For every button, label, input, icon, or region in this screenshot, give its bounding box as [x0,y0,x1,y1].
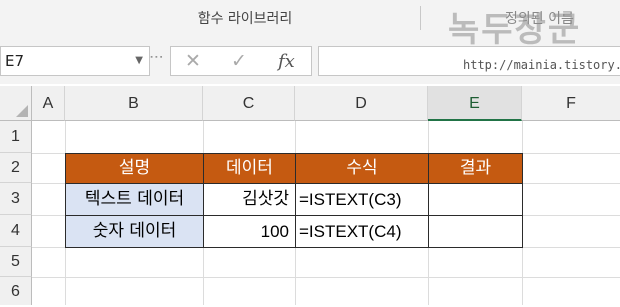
cell-c4[interactable]: 100 [203,215,296,248]
cell-d4[interactable]: =ISTEXT(C4) [295,215,429,248]
formula-buttons: ✕ ✓ fx [170,46,312,76]
ribbon-group-function-library: 함수 라이브러리 [197,11,293,27]
header-cell-result[interactable]: 결과 [428,153,523,184]
column-header-e[interactable]: E [428,86,522,121]
select-all-button[interactable] [0,86,32,121]
watermark-url: http://mainia.tistory.com [463,58,620,72]
row-header-3[interactable]: 3 [0,183,32,215]
column-header-a[interactable]: A [32,86,65,121]
header-cell-data[interactable]: 데이터 [203,153,296,184]
header-cell-formula[interactable]: 수식 [295,153,429,184]
cell-d3[interactable]: =ISTEXT(C3) [295,183,429,216]
column-header-f[interactable]: F [522,86,620,121]
column-header-c[interactable]: C [203,86,295,121]
row-header-2[interactable]: 2 [0,153,32,183]
cell-e3[interactable] [428,183,523,216]
cell-c3[interactable]: 김삿갓 [203,183,296,216]
row-header-4[interactable]: 4 [0,215,32,247]
resize-handle[interactable]: ⋮ [148,50,164,63]
ribbon-separator [420,6,421,30]
column-header-b[interactable]: B [65,86,203,121]
enter-icon[interactable]: ✓ [231,50,247,72]
row-header-1[interactable]: 1 [0,121,32,153]
column-header-d[interactable]: D [295,86,428,121]
chevron-down-icon[interactable]: ▼ [135,47,143,75]
cell-b3[interactable]: 텍스트 데이터 [65,183,204,216]
watermark-title: 녹두장군 [448,10,582,50]
name-box[interactable]: E7 ▼ [0,46,150,76]
cancel-icon[interactable]: ✕ [185,50,201,72]
worksheet-grid: A B C D E F 1 2 3 4 5 6 설명 데이터 수식 결과 텍스트… [0,86,620,305]
header-cell-description[interactable]: 설명 [65,153,204,184]
row-header-5[interactable]: 5 [0,247,32,277]
insert-function-icon[interactable]: fx [278,51,295,72]
name-box-value: E7 [5,52,25,70]
row-header-6[interactable]: 6 [0,277,32,305]
gridline [32,277,620,278]
cell-b4[interactable]: 숫자 데이터 [65,215,204,248]
cell-e4[interactable] [428,215,523,248]
